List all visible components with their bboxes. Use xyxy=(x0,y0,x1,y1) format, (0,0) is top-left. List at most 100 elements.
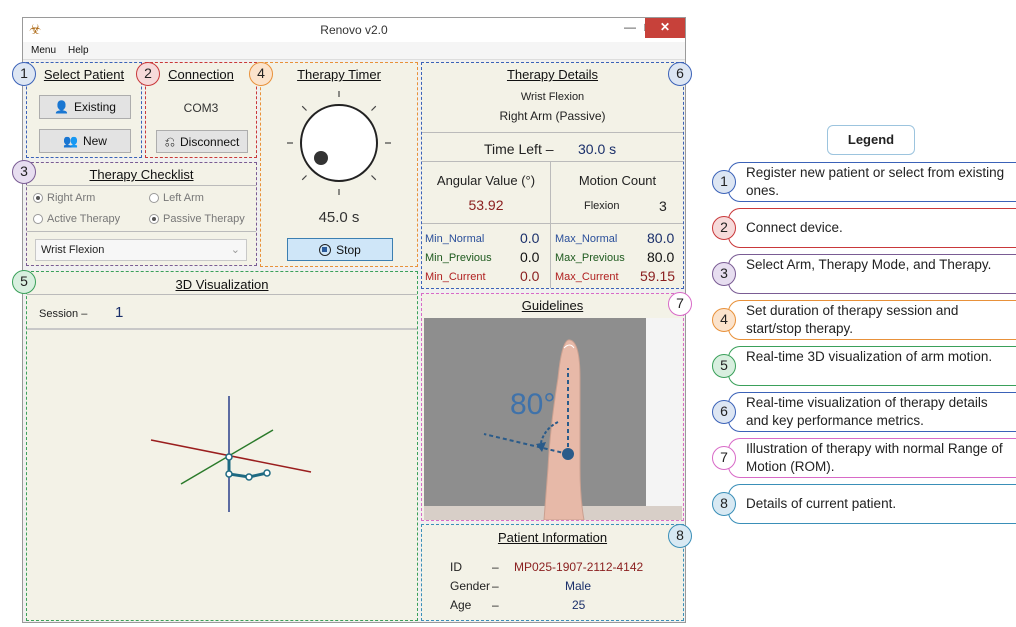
plug-icon: ⎌ xyxy=(164,133,176,149)
gender-dash: – xyxy=(492,579,499,593)
badge-1: 1 xyxy=(12,62,36,86)
legend-item: 8 Details of current patient. xyxy=(712,484,1016,524)
badge-3: 3 xyxy=(12,160,36,184)
active-therapy-label: Active Therapy xyxy=(47,213,121,225)
existing-patient-button[interactable]: 👤 Existing xyxy=(39,95,131,119)
legend-text: Register new patient or select from exis… xyxy=(746,165,1005,198)
legend-badge: 8 xyxy=(712,492,736,516)
legend-badge: 1 xyxy=(712,170,736,194)
timer-dial[interactable] xyxy=(281,85,397,201)
patient-icon: 👤 xyxy=(54,100,69,114)
legend-item: 3 Select Arm, Therapy Mode, and Therapy. xyxy=(712,254,1016,294)
visualization-title: 3D Visualization xyxy=(175,277,269,292)
min-current-value: 0.0 xyxy=(520,268,540,284)
max-current-label: Max_Current xyxy=(555,271,619,283)
therapy-details-title: Therapy Details xyxy=(506,67,599,82)
legend-badge: 5 xyxy=(712,354,736,378)
divider xyxy=(550,161,551,288)
legend-text: Set duration of therapy session and star… xyxy=(746,303,959,336)
timer-value: 45.0 s xyxy=(318,209,360,226)
divider xyxy=(27,231,256,232)
legend-item: 6 Real-time visualization of therapy det… xyxy=(712,392,1016,432)
legend-badge: 3 xyxy=(712,262,736,286)
badge-2: 2 xyxy=(136,62,160,86)
divider xyxy=(27,185,256,186)
session-value: 1 xyxy=(115,304,124,321)
close-button[interactable]: ✕ xyxy=(645,18,685,38)
gender-label: Gender xyxy=(450,579,491,593)
min-normal-value: 0.0 xyxy=(520,230,540,246)
guideline-illustration: 80° xyxy=(424,318,682,520)
time-left-label: Time Left – xyxy=(484,141,554,157)
therapy-checklist-title: Therapy Checklist xyxy=(89,167,194,182)
legend-text: Connect device. xyxy=(746,220,843,235)
menu-help[interactable]: Help xyxy=(68,45,89,56)
right-arm-radio[interactable]: Right Arm xyxy=(33,192,95,204)
max-current-value: 59.15 xyxy=(640,268,676,284)
badge-5: 5 xyxy=(12,270,36,294)
patient-info-title: Patient Information xyxy=(497,530,608,545)
min-normal-label: Min_Normal xyxy=(425,233,485,245)
angular-header: Angular Value (°) xyxy=(436,173,536,188)
disconnect-button[interactable]: ⎌ Disconnect xyxy=(156,130,248,153)
therapy-checklist-panel: Therapy Checklist Right Arm Left Arm Act… xyxy=(26,162,257,266)
id-value: MP025-1907-2112-4142 xyxy=(514,560,644,574)
right-arm-label: Right Arm xyxy=(47,192,96,204)
angle-label: 80° xyxy=(510,388,555,421)
radio-unselected-icon xyxy=(33,214,43,224)
legend-badge: 4 xyxy=(712,308,736,332)
max-previous-label: Max_Previous xyxy=(555,252,625,264)
min-previous-value: 0.0 xyxy=(520,249,540,265)
port-value: COM3 xyxy=(183,101,219,115)
new-patient-button[interactable]: 👥 New xyxy=(39,129,131,153)
legend-badge: 7 xyxy=(712,446,736,470)
legend-text: Details of current patient. xyxy=(746,496,897,511)
therapy-timer-title: Therapy Timer xyxy=(297,67,381,82)
badge-4: 4 xyxy=(249,62,273,86)
legend-text: Select Arm, Therapy Mode, and Therapy. xyxy=(746,257,992,272)
visualization-panel: 3D Visualization Session – 1 xyxy=(26,271,418,621)
legend-badge: 6 xyxy=(712,400,736,424)
badge-6: 6 xyxy=(668,62,692,86)
therapy-select[interactable]: Wrist Flexion ⌄ xyxy=(35,239,247,261)
guidelines-title: Guidelines xyxy=(521,298,584,313)
radio-selected-icon xyxy=(149,214,159,224)
legend-title: Legend xyxy=(827,125,915,155)
motion-label: Flexion xyxy=(584,200,620,212)
menu-menu[interactable]: Menu xyxy=(31,45,56,56)
legend-item: 1 Register new patient or select from ex… xyxy=(712,162,1016,202)
therapy-select-value: Wrist Flexion xyxy=(41,244,105,256)
badge-7: 7 xyxy=(668,292,692,316)
patient-info-panel: Patient Information ID – MP025-1907-2112… xyxy=(421,524,684,621)
badge-8: 8 xyxy=(668,524,692,548)
active-therapy-radio[interactable]: Active Therapy xyxy=(33,213,120,225)
divider xyxy=(422,132,683,133)
select-patient-panel: Select Patient 👤 Existing 👥 New xyxy=(26,62,142,158)
divider xyxy=(422,223,683,224)
stop-icon xyxy=(319,243,332,256)
min-previous-label: Min_Previous xyxy=(425,252,492,264)
max-normal-label: Max_Normal xyxy=(555,233,618,245)
left-arm-label: Left Arm xyxy=(163,192,204,204)
legend-text: Real-time visualization of therapy detai… xyxy=(746,395,988,428)
legend-badge: 2 xyxy=(712,216,736,240)
age-dash: – xyxy=(492,598,499,612)
age-label: Age xyxy=(450,598,472,612)
min-current-label: Min_Current xyxy=(425,271,486,283)
dial-knob-indicator xyxy=(314,151,328,165)
legend-item: 5 Real-time 3D visualization of arm moti… xyxy=(712,346,1016,386)
title-bar: ☣ Renovo v2.0 — □ ✕ xyxy=(23,18,685,42)
3d-viewport[interactable] xyxy=(27,332,417,618)
passive-therapy-radio[interactable]: Passive Therapy xyxy=(149,213,245,225)
gender-value: Male xyxy=(565,579,592,593)
arm-mode: Right Arm (Passive) xyxy=(499,109,606,123)
radio-selected-icon xyxy=(33,193,43,203)
connection-panel: Connection COM3 ⎌ Disconnect xyxy=(145,62,257,158)
left-arm-radio[interactable]: Left Arm xyxy=(149,192,204,204)
radio-unselected-icon xyxy=(149,193,159,203)
id-dash: – xyxy=(492,560,499,574)
therapy-details-panel: Therapy Details Wrist Flexion Right Arm … xyxy=(421,62,684,289)
stop-label: Stop xyxy=(336,242,361,257)
stop-button[interactable]: Stop xyxy=(287,238,393,261)
disconnect-label: Disconnect xyxy=(180,134,240,149)
